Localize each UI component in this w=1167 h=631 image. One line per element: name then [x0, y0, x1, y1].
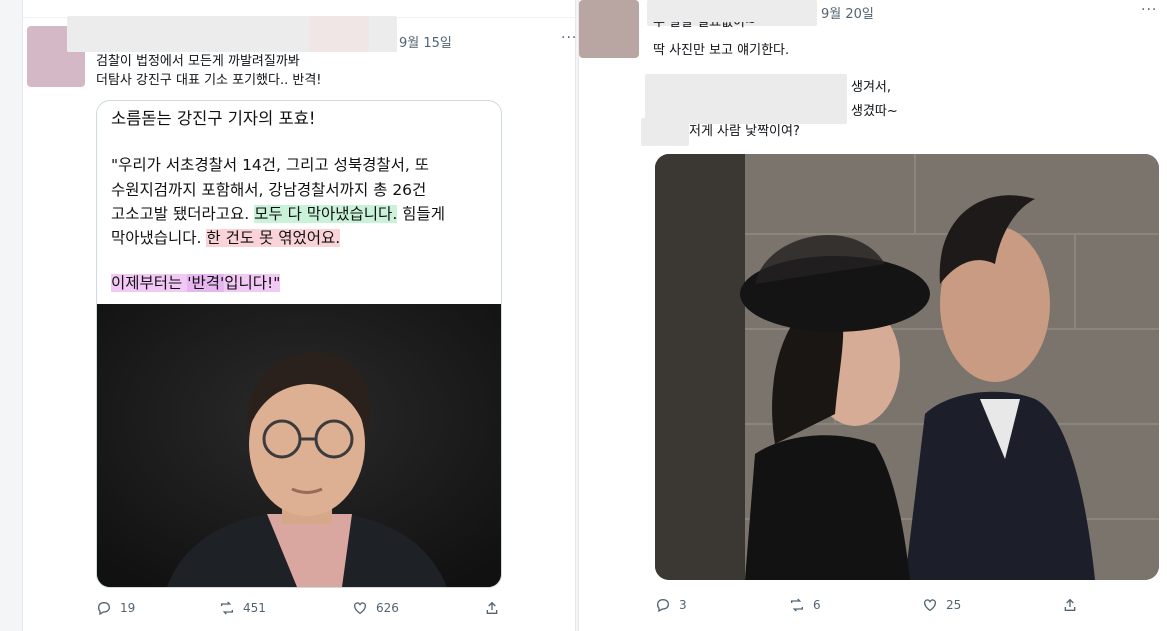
- reply-button[interactable]: 19: [96, 600, 135, 616]
- card-quote-line4: 막아냈습니다. 한 건도 못 엮었어요.: [111, 226, 341, 250]
- tweet-text-line2: 더탐사 강진구 대표 기소 포기했다.. 반격!: [96, 73, 322, 88]
- share-icon: [1064, 598, 1076, 611]
- right-tweet: 9월 20일 ··· 두 말할 필요없이~ 딱 사진만 보고 얘기한다. 생겨서…: [578, 0, 1167, 631]
- left-tweet: 9월 15일 ··· 검찰이 법정에서 모든게 까발려질까봐 더탐사 강진구 대…: [22, 0, 576, 631]
- couple-photo[interactable]: [655, 154, 1159, 580]
- like-count: 25: [946, 598, 962, 612]
- tweet-text-line1: 검찰이 법정에서 모든게 까발려질까봐: [96, 54, 300, 69]
- man-illustration: [97, 304, 501, 587]
- avatar[interactable]: [579, 0, 639, 58]
- reply-button[interactable]: 3: [655, 597, 687, 613]
- reply-icon: [656, 598, 670, 613]
- highlight-pink: 한 건도 못 엮었어요.: [206, 229, 341, 247]
- like-icon: [354, 602, 366, 615]
- like-button[interactable]: 25: [922, 597, 961, 613]
- share-button[interactable]: [484, 600, 500, 616]
- like-icon: [924, 599, 936, 612]
- tweet-text-line5: 저게 사람 낯짝이여?: [689, 124, 800, 139]
- tweet-date[interactable]: 9월 20일: [821, 3, 874, 22]
- retweet-button[interactable]: 6: [789, 597, 821, 613]
- highlight-purple: 이제부터는: [111, 274, 188, 292]
- retweet-icon: [791, 598, 803, 612]
- retweet-count: 451: [243, 601, 266, 615]
- tweet-date[interactable]: 9월 15일: [399, 32, 452, 51]
- reply-count: 19: [120, 601, 136, 615]
- blurred-handle: [309, 16, 369, 52]
- more-options-button[interactable]: ···: [561, 30, 575, 46]
- like-button[interactable]: 626: [352, 600, 399, 616]
- quote-text: 막아냈습니다.: [111, 229, 207, 247]
- more-options-button[interactable]: ···: [1141, 2, 1157, 18]
- share-button[interactable]: [1062, 597, 1078, 613]
- media-card[interactable]: 소름돋는 강진구 기자의 포효! "우리가 서초경찰서 14건, 그리고 성북경…: [96, 100, 502, 588]
- quote-text: 고소고발 됐더라고요.: [111, 205, 255, 223]
- like-count: 626: [376, 601, 399, 615]
- tweet-text-line2: 딱 사진만 보고 얘기한다.: [653, 43, 790, 58]
- share-icon: [486, 601, 498, 614]
- tweet-text-line4: 생겼따~: [851, 104, 898, 119]
- blurred-text: [645, 74, 847, 124]
- card-title: 소름돋는 강진구 기자의 포효!: [111, 109, 316, 128]
- retweet-button[interactable]: 451: [219, 600, 266, 616]
- highlight-purple: 입니다!": [224, 274, 281, 292]
- highlight-green: 모두 다 막아냈습니다.: [254, 205, 398, 223]
- retweet-count: 6: [813, 598, 821, 612]
- tweet-text-line0: 두 말할 필요없이~: [653, 22, 756, 32]
- card-quote-line2: 수원지검까지 포함해서, 강남경찰서까지 총 26건: [111, 181, 427, 199]
- couple-illustration: [655, 154, 1159, 580]
- blurred-text: [641, 118, 689, 146]
- tweet-text-line3: 생겨서,: [851, 80, 892, 95]
- reply-icon: [97, 601, 111, 616]
- card-quote-line5: 이제부터는 '반격'입니다!": [111, 271, 281, 295]
- card-quote-line3: 고소고발 됐더라고요. 모두 다 막아냈습니다. 힘들게: [111, 202, 445, 226]
- quote-text: 힘들게: [397, 205, 445, 223]
- man-photo[interactable]: [97, 304, 501, 587]
- retweet-icon: [221, 601, 233, 615]
- highlight-purple-strong: '반격': [187, 274, 225, 292]
- tweet-text-partial: 두 말할 필요없이~: [653, 22, 756, 30]
- reply-count: 3: [679, 598, 687, 612]
- card-quote-line1: "우리가 서초경찰서 14건, 그리고 성북경찰서, 또: [111, 156, 430, 174]
